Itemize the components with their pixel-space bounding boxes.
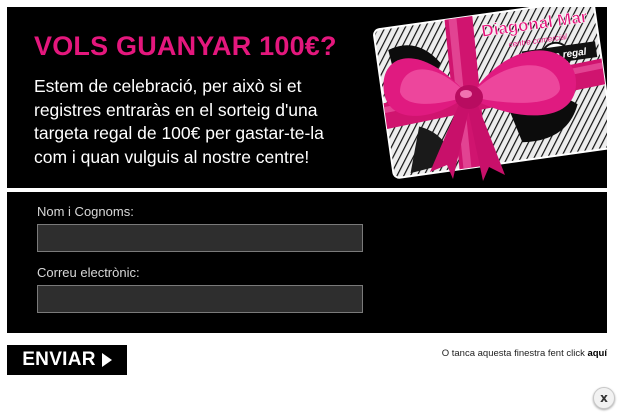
play-icon	[101, 353, 112, 367]
popup-dialog: VOLS GUANYAR 100€? Estem de celebració, …	[0, 0, 619, 414]
submit-button[interactable]: ENVIAR	[7, 345, 127, 375]
email-input[interactable]	[37, 285, 363, 313]
close-icon: x	[600, 391, 608, 405]
close-hint-text: O tanca aquesta finestra fent click	[441, 348, 585, 359]
banner-title: VOLS GUANYAR 100€?	[34, 31, 337, 61]
gift-card-image: Diagonal Mar centre comercial targeta re…	[373, 7, 607, 181]
registration-form: Nom i Cognoms: Correu electrònic:	[7, 192, 607, 333]
promo-banner: VOLS GUANYAR 100€? Estem de celebració, …	[7, 7, 607, 188]
submit-label: ENVIAR	[22, 349, 96, 370]
name-label: Nom i Cognoms:	[37, 204, 134, 219]
name-input[interactable]	[37, 224, 363, 252]
close-hint: O tanca aquesta finestra fent click aquí	[442, 348, 607, 359]
divider	[7, 188, 607, 190]
banner-description: Estem de celebració, per això si et regi…	[34, 76, 324, 167]
email-label: Correu electrònic:	[37, 265, 140, 280]
close-button[interactable]: x	[593, 387, 615, 409]
close-link[interactable]: aquí	[587, 348, 607, 359]
